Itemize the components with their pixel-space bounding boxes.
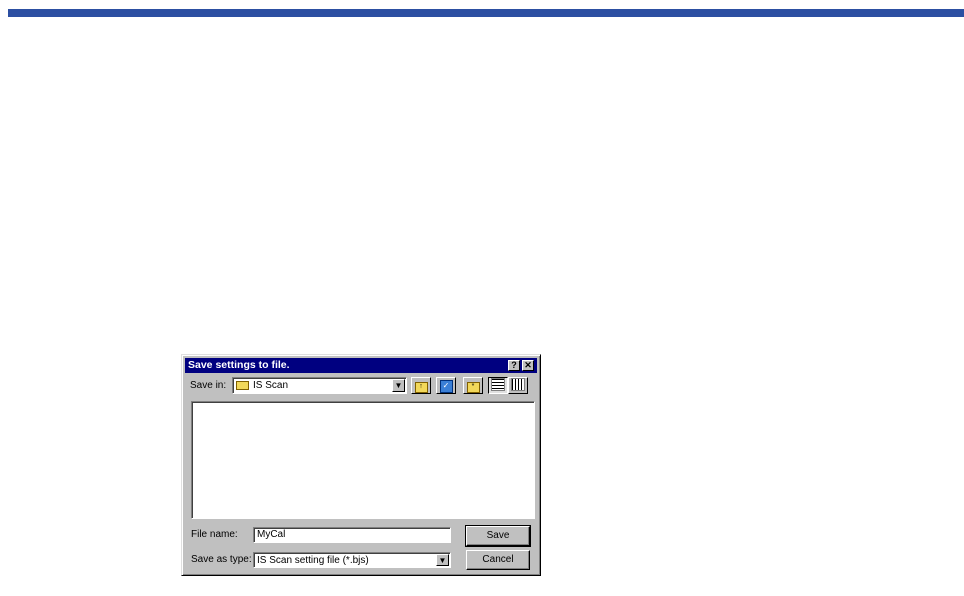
list-view-button[interactable] [488, 377, 508, 394]
folder-icon [236, 381, 249, 390]
save-settings-dialog: Save settings to file. ? ✕ Save in: IS S… [181, 354, 541, 576]
file-list[interactable] [191, 401, 535, 519]
new-folder-icon: * [466, 382, 480, 393]
cancel-button[interactable]: Cancel [466, 550, 530, 570]
desktop-button[interactable]: ✓ [436, 377, 456, 394]
close-button[interactable]: ✕ [522, 360, 534, 371]
save-as-type-label: Save as type: [191, 554, 252, 565]
folder-up-icon: ↑ [414, 382, 428, 393]
desktop-icon: ✓ [439, 380, 453, 393]
save-button[interactable]: Save [465, 525, 531, 547]
dialog-titlebar: Save settings to file. ? ✕ [185, 358, 537, 373]
create-new-folder-button[interactable]: * [463, 377, 483, 394]
dialog-title: Save settings to file. [188, 359, 290, 371]
save-in-value: IS Scan [253, 380, 289, 391]
dropdown-arrow-icon[interactable]: ▼ [436, 554, 449, 566]
file-name-label: File name: [191, 529, 238, 540]
file-name-input[interactable]: MyCal [253, 527, 451, 543]
list-view-icon [491, 378, 505, 391]
details-view-icon [511, 378, 525, 391]
dropdown-arrow-icon[interactable]: ▼ [392, 379, 405, 392]
header-accent-bar [8, 9, 964, 17]
save-in-dropdown[interactable]: IS Scan ▼ [232, 377, 407, 394]
details-view-button[interactable] [508, 377, 528, 394]
save-as-type-dropdown[interactable]: IS Scan setting file (*.bjs) ▼ [253, 552, 451, 568]
help-button[interactable]: ? [508, 360, 520, 371]
up-one-level-button[interactable]: ↑ [411, 377, 431, 394]
save-as-type-value: IS Scan setting file (*.bjs) [257, 555, 369, 566]
save-in-label: Save in: [190, 380, 227, 391]
